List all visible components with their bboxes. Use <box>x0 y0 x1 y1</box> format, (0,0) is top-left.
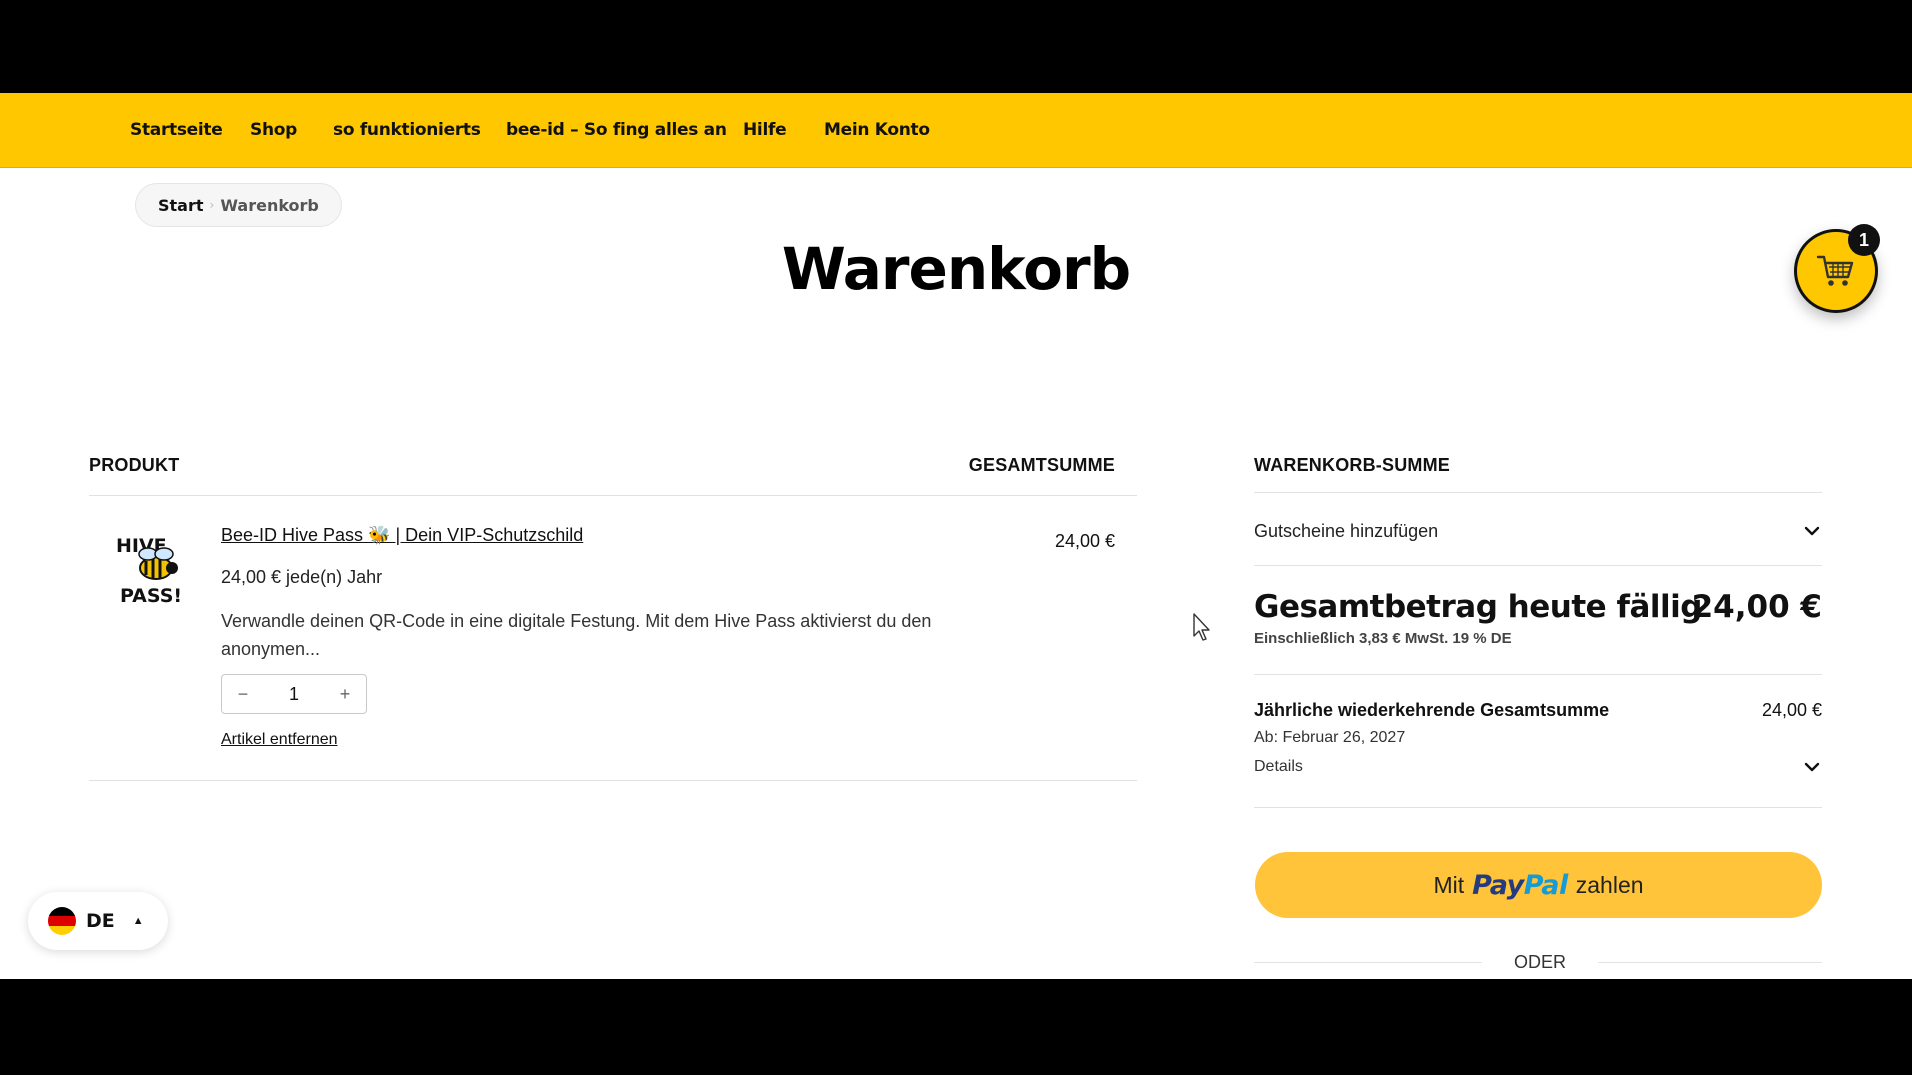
product-name-link[interactable]: Bee-ID Hive Pass 🐝 | Dein VIP-Schutzschi… <box>221 525 583 546</box>
cart-totals-heading: WARENKORB-SUMME <box>1254 455 1450 475</box>
page: Startseite Shop so funktionierts bee-id … <box>0 93 1912 979</box>
total-due-amount: 24,00 € <box>1691 589 1822 625</box>
nav-item-hilfe[interactable]: Hilfe <box>743 93 787 168</box>
nav-item-bee-id-story[interactable]: bee-id – So fing alles an <box>506 93 727 168</box>
summary-divider-2 <box>1254 565 1822 566</box>
main-navbar: Startseite Shop so funktionierts bee-id … <box>0 93 1912 168</box>
coupon-toggle[interactable]: Gutscheine hinzufügen <box>1254 511 1822 551</box>
paypal-logo-pay: Pay <box>1472 869 1524 901</box>
remove-item-link[interactable]: Artikel entfernen <box>221 731 338 749</box>
coupon-label: Gutscheine hinzufügen <box>1254 520 1439 541</box>
summary-divider-1 <box>1254 492 1822 493</box>
paypal-prefix: Mit <box>1433 871 1465 898</box>
recurring-total-amount: 24,00 € <box>1761 700 1822 720</box>
column-header-total: GESAMTSUMME <box>968 455 1115 475</box>
recurring-start-date: Ab: Februar 26, 2027 <box>1254 729 1406 746</box>
product-name-prefix: Bee-ID Hive Pass <box>221 525 369 545</box>
recurring-total-label: Jährliche wiederkehrende Gesamtsumme <box>1254 700 1610 720</box>
language-switcher[interactable]: DE ▲ <box>28 892 168 950</box>
bee-emoji-icon: 🐝 <box>368 525 391 545</box>
column-header-product: PRODUKT <box>89 455 180 475</box>
table-bottom-divider <box>89 780 1137 781</box>
nav-item-shop[interactable]: Shop <box>250 93 297 168</box>
thumb-text-bottom: PASS! <box>120 585 182 607</box>
tax-note: Einschließlich 3,83 € MwSt. 19 % DE <box>1254 630 1512 647</box>
cart-count-badge: 1 <box>1848 224 1880 256</box>
summary-divider-4 <box>1254 807 1822 808</box>
breadcrumb-separator: › <box>209 198 215 212</box>
nav-item-so-funktionierts[interactable]: so funktionierts <box>333 93 481 168</box>
caret-up-icon: ▲ <box>132 915 144 927</box>
product-description: Verwandle deinen QR-Code in eine digital… <box>221 611 932 659</box>
details-label: Details <box>1254 758 1303 775</box>
product-thumbnail[interactable]: HIVE PASS! <box>112 528 192 608</box>
shopping-cart-icon <box>1816 255 1854 286</box>
breadcrumb-current: Warenkorb <box>220 195 319 215</box>
row-total: 24,00 € <box>1054 531 1115 551</box>
product-price: 24,00 € jede(n) Jahr <box>221 567 383 587</box>
quantity-increase-button[interactable]: + <box>324 684 366 705</box>
or-separator-label: ODER <box>1513 952 1566 972</box>
details-toggle[interactable]: Details <box>1254 752 1822 782</box>
quantity-decrease-button[interactable]: − <box>222 684 264 705</box>
quantity-input[interactable]: 1 <box>264 684 324 705</box>
german-flag-icon <box>48 907 76 935</box>
product-name-suffix: | Dein VIP-Schutzschild <box>390 525 584 545</box>
paypal-logo: PayPal <box>1472 870 1568 901</box>
or-divider-left <box>1254 962 1482 963</box>
letterbox-bottom <box>0 979 1912 1075</box>
chevron-down-icon <box>1804 762 1820 772</box>
or-divider-right <box>1598 962 1822 963</box>
paypal-suffix: zahlen <box>1575 871 1644 898</box>
breadcrumb: Start › Warenkorb <box>135 183 342 227</box>
letterbox-top <box>0 0 1912 93</box>
table-header-divider <box>89 495 1137 496</box>
nav-item-mein-konto[interactable]: Mein Konto <box>824 93 930 168</box>
paypal-logo-pal: Pal <box>1523 869 1569 901</box>
language-code: DE <box>86 910 115 932</box>
breadcrumb-start-link[interactable]: Start <box>158 196 204 215</box>
summary-divider-3 <box>1254 674 1822 675</box>
mouse-cursor-icon <box>1193 613 1210 641</box>
page-title: Warenkorb <box>781 235 1131 303</box>
chevron-down-icon <box>1804 526 1820 536</box>
nav-item-startseite[interactable]: Startseite <box>130 93 223 168</box>
quantity-stepper: − 1 + <box>221 674 367 714</box>
paypal-checkout-button[interactable]: Mit PayPal zahlen <box>1255 852 1822 918</box>
